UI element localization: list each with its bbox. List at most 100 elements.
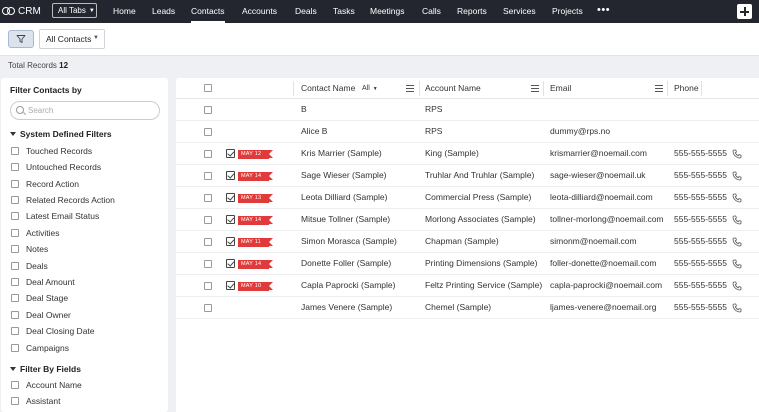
filter-related-records-action[interactable]: Related Records Action — [11, 195, 115, 205]
task-check-icon[interactable] — [226, 149, 235, 158]
filter-search-input[interactable] — [28, 104, 153, 117]
contact-name-cell[interactable]: Mitsue Tollner (Sample) — [301, 209, 390, 230]
checkbox[interactable] — [11, 344, 19, 352]
tab-tasks[interactable]: Tasks — [333, 0, 355, 23]
checkbox[interactable] — [11, 229, 19, 237]
checkbox[interactable] — [11, 212, 19, 220]
table-row[interactable]: MAY 14 Sage Wieser (Sample) Truhlar And … — [176, 165, 759, 187]
checkbox[interactable] — [11, 262, 19, 270]
all-tabs-button[interactable]: All Tabs ▼ — [52, 3, 97, 18]
filter-campaigns[interactable]: Campaigns — [11, 343, 69, 353]
checkbox[interactable] — [11, 196, 19, 204]
table-row[interactable]: Alice B RPS dummy@rps.no — [176, 121, 759, 143]
view-selector[interactable]: All Contacts ▼ — [39, 29, 105, 49]
contact-name-cell[interactable]: Leota Dilliard (Sample) — [301, 187, 387, 208]
field-filters-header[interactable]: Filter By Fields — [10, 364, 81, 374]
table-row[interactable]: MAY 10 Capla Paprocki (Sample) Feltz Pri… — [176, 275, 759, 297]
contact-name-cell[interactable]: James Venere (Sample) — [301, 297, 392, 318]
phone-cell[interactable]: 555-555-5555 — [674, 275, 727, 296]
row-checkbox[interactable] — [204, 304, 212, 312]
filter-touched-records[interactable]: Touched Records — [11, 146, 92, 156]
filter-account-name[interactable]: Account Name — [11, 380, 82, 390]
row-checkbox[interactable] — [204, 238, 212, 246]
row-checkbox[interactable] — [204, 194, 212, 202]
contact-name-cell[interactable]: Simon Morasca (Sample) — [301, 231, 397, 252]
filter-latest-email-status[interactable]: Latest Email Status — [11, 211, 99, 221]
table-row[interactable]: James Venere (Sample) Chemel (Sample) lj… — [176, 297, 759, 319]
phone-cell[interactable]: 555-555-5555 — [674, 187, 727, 208]
table-row[interactable]: MAY 13 Leota Dilliard (Sample) Commercia… — [176, 187, 759, 209]
email-cell[interactable]: ljames-venere@noemail.org — [550, 297, 656, 318]
tab-deals[interactable]: Deals — [295, 0, 317, 23]
row-checkbox[interactable] — [204, 172, 212, 180]
phone-cell[interactable]: 555-555-5555 — [674, 253, 727, 274]
checkbox[interactable] — [11, 147, 19, 155]
contact-name-cell[interactable]: Capla Paprocki (Sample) — [301, 275, 395, 296]
filter-deal-closing-date[interactable]: Deal Closing Date — [11, 326, 95, 336]
checkbox[interactable] — [11, 381, 19, 389]
account-name-cell[interactable]: Commercial Press (Sample) — [425, 187, 531, 208]
column-header-account-name[interactable]: Account Name — [425, 78, 481, 99]
column-header-contact-name[interactable]: Contact Name — [301, 78, 355, 99]
select-all-checkbox[interactable] — [204, 84, 212, 92]
phone-icon[interactable] — [732, 215, 742, 225]
filter-record-action[interactable]: Record Action — [11, 179, 79, 189]
phone-icon[interactable] — [732, 259, 742, 269]
checkbox[interactable] — [11, 311, 19, 319]
email-cell[interactable]: simonm@noemail.com — [550, 231, 637, 252]
contact-name-cell[interactable]: B — [301, 99, 307, 120]
table-row[interactable]: MAY 14 Donette Foller (Sample) Printing … — [176, 253, 759, 275]
checkbox[interactable] — [11, 245, 19, 253]
column-header-email[interactable]: Email — [550, 78, 571, 99]
brand[interactable]: CRM — [2, 0, 41, 23]
phone-icon[interactable] — [732, 171, 742, 181]
row-checkbox[interactable] — [204, 260, 212, 268]
tab-calls[interactable]: Calls — [422, 0, 441, 23]
table-row[interactable]: B RPS — [176, 99, 759, 121]
phone-icon[interactable] — [732, 281, 742, 291]
phone-icon[interactable] — [732, 303, 742, 313]
account-name-cell[interactable]: RPS — [425, 121, 442, 142]
task-check-icon[interactable] — [226, 281, 235, 290]
table-row[interactable]: MAY 11 Simon Morasca (Sample) Chapman (S… — [176, 231, 759, 253]
phone-cell[interactable]: 555-555-5555 — [674, 143, 727, 164]
account-name-cell[interactable]: King (Sample) — [425, 143, 479, 164]
filter-deal-owner[interactable]: Deal Owner — [11, 310, 71, 320]
tab-meetings[interactable]: Meetings — [370, 0, 405, 23]
contact-name-cell[interactable]: Sage Wieser (Sample) — [301, 165, 387, 186]
contact-name-cell[interactable]: Alice B — [301, 121, 327, 142]
row-checkbox[interactable] — [204, 150, 212, 158]
tab-home[interactable]: Home — [113, 0, 136, 23]
account-name-cell[interactable]: Chemel (Sample) — [425, 297, 491, 318]
filter-untouched-records[interactable]: Untouched Records — [11, 162, 101, 172]
task-check-icon[interactable] — [226, 171, 235, 180]
task-check-icon[interactable] — [226, 215, 235, 224]
create-new-button[interactable] — [737, 4, 752, 19]
task-check-icon[interactable] — [226, 193, 235, 202]
filter-deal-amount[interactable]: Deal Amount — [11, 277, 75, 287]
row-checkbox[interactable] — [204, 216, 212, 224]
account-name-cell[interactable]: RPS — [425, 99, 442, 120]
task-check-icon[interactable] — [226, 259, 235, 268]
account-name-cell[interactable]: Truhlar And Truhlar (Sample) — [425, 165, 534, 186]
more-tabs-icon[interactable]: ••• — [597, 0, 610, 23]
column-menu-icon[interactable] — [655, 85, 663, 92]
task-check-icon[interactable] — [226, 237, 235, 246]
account-name-cell[interactable]: Chapman (Sample) — [425, 231, 499, 252]
tab-contacts[interactable]: Contacts — [191, 0, 225, 23]
column-menu-icon[interactable] — [531, 85, 539, 92]
system-filters-header[interactable]: System Defined Filters — [10, 129, 112, 139]
filter-assistant[interactable]: Assistant — [11, 396, 61, 406]
contact-name-cell[interactable]: Donette Foller (Sample) — [301, 253, 391, 274]
phone-cell[interactable]: 555-555-5555 — [674, 209, 727, 230]
tab-accounts[interactable]: Accounts — [242, 0, 277, 23]
tab-services[interactable]: Services — [503, 0, 536, 23]
phone-icon[interactable] — [732, 237, 742, 247]
filter-toggle-button[interactable] — [8, 30, 34, 48]
checkbox[interactable] — [11, 163, 19, 171]
tab-reports[interactable]: Reports — [457, 0, 487, 23]
email-cell[interactable]: capla-paprocki@noemail.com — [550, 275, 662, 296]
row-checkbox[interactable] — [204, 128, 212, 136]
account-name-cell[interactable]: Feltz Printing Service (Sample) — [425, 275, 542, 296]
contact-name-cell[interactable]: Kris Marrier (Sample) — [301, 143, 382, 164]
